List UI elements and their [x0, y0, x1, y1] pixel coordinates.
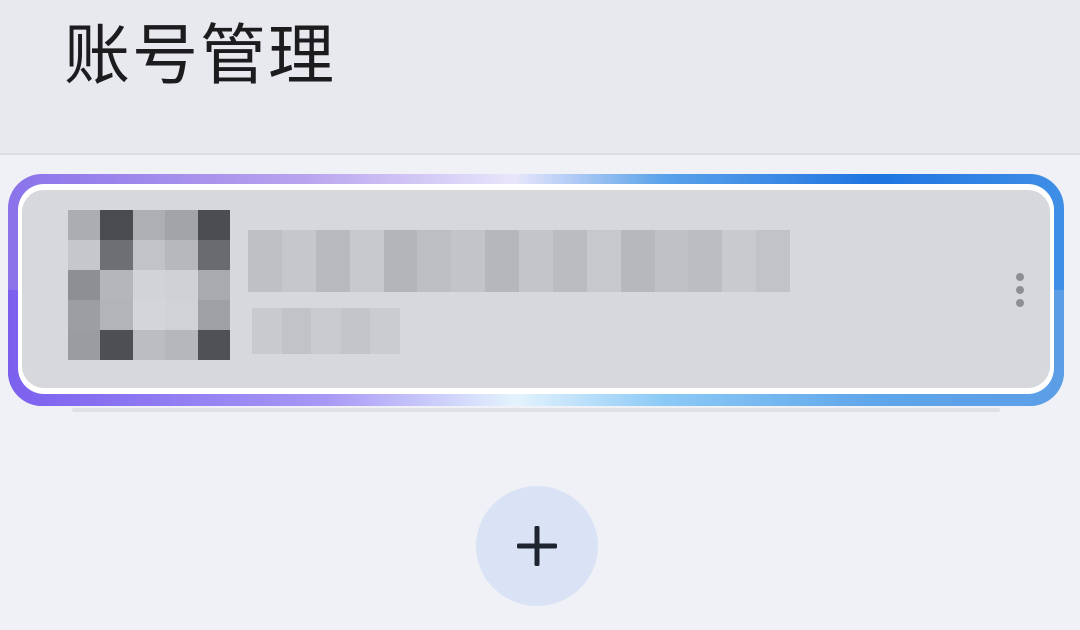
more-vertical-icon	[1016, 273, 1024, 281]
account-avatar	[68, 210, 230, 360]
app-header: 账号管理	[0, 0, 1080, 155]
page-title: 账号管理	[64, 17, 336, 94]
account-subtitle-redacted	[252, 308, 400, 354]
account-name-redacted	[248, 230, 790, 292]
plus-icon	[517, 526, 557, 566]
account-card[interactable]	[22, 190, 1050, 388]
more-options-button[interactable]	[1006, 266, 1034, 314]
card-divider	[72, 408, 1000, 412]
add-account-button[interactable]	[476, 486, 598, 606]
